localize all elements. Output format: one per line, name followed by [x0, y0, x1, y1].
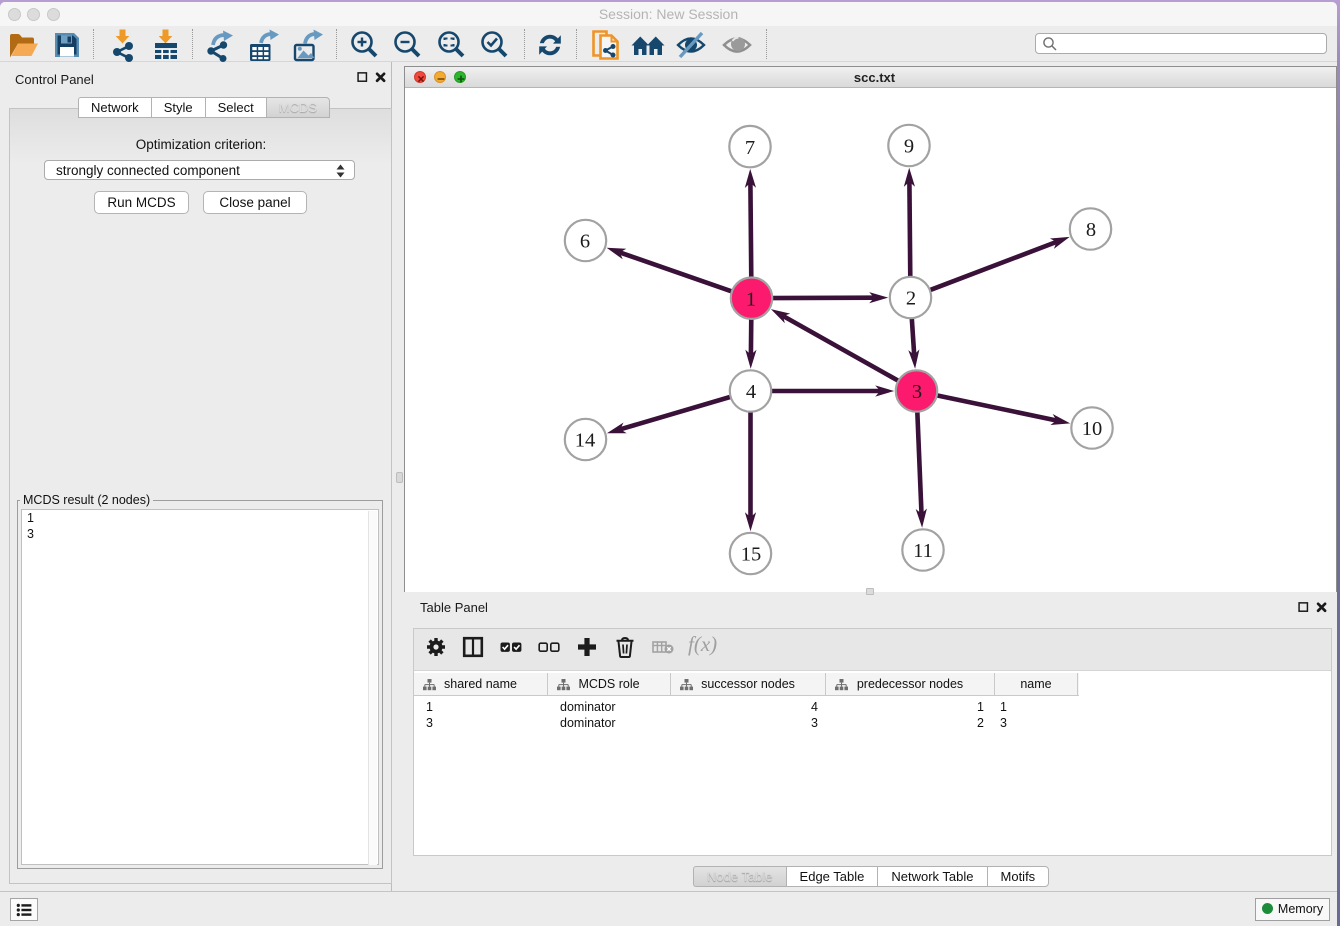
- svg-text:4: 4: [746, 381, 756, 403]
- svg-text:1: 1: [746, 288, 756, 310]
- svg-text:6: 6: [580, 231, 590, 253]
- svg-text:11: 11: [913, 540, 933, 562]
- svg-text:7: 7: [745, 137, 755, 159]
- svg-text:2: 2: [906, 288, 916, 310]
- svg-text:14: 14: [575, 430, 596, 452]
- svg-text:8: 8: [1086, 219, 1096, 241]
- svg-text:15: 15: [741, 544, 762, 566]
- svg-text:9: 9: [904, 136, 914, 158]
- svg-text:3: 3: [912, 381, 922, 403]
- svg-text:10: 10: [1082, 418, 1103, 440]
